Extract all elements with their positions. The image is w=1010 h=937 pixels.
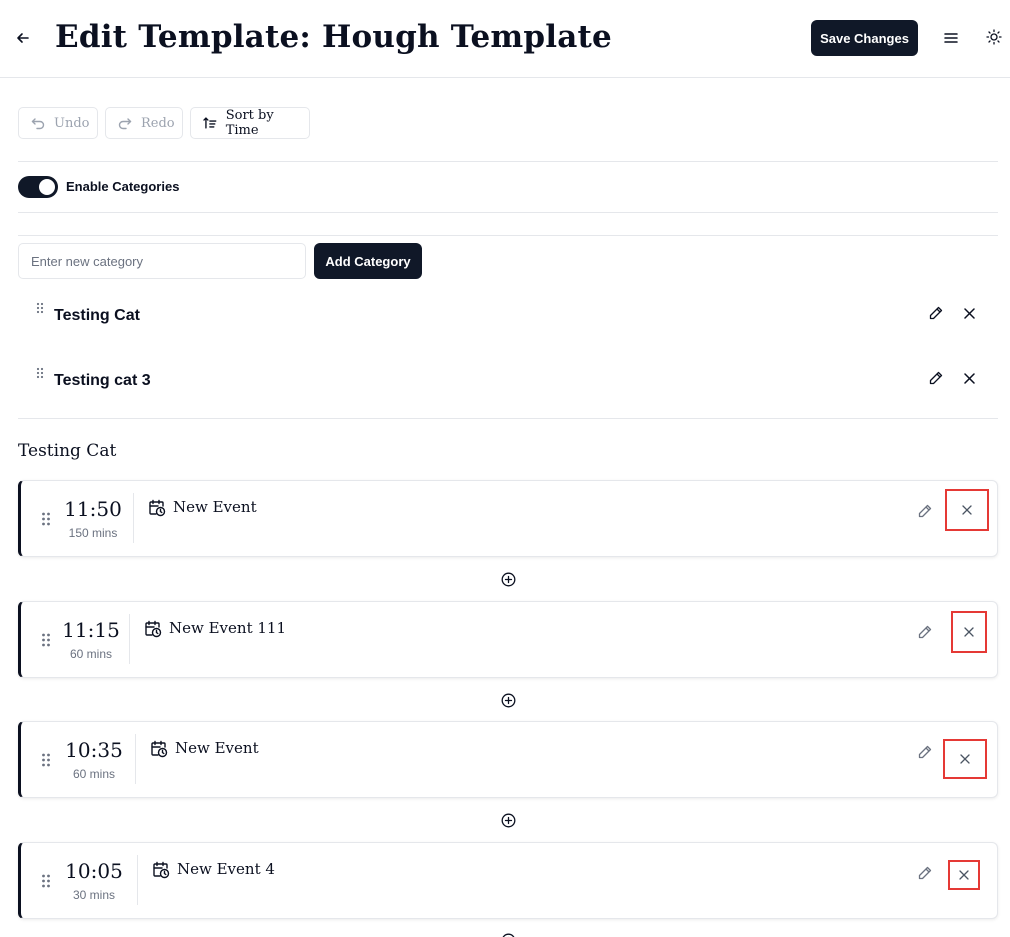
save-changes-button[interactable]: Save Changes	[811, 20, 918, 56]
category-row: Testing cat 3	[18, 367, 998, 407]
add-event-button[interactable]	[500, 571, 516, 587]
event-separator	[133, 493, 134, 543]
pencil-icon	[918, 625, 932, 639]
edit-event-button[interactable]	[916, 864, 934, 882]
event-time: 11:15	[62, 618, 120, 642]
arrow-left-icon	[17, 33, 29, 43]
theme-toggle-button[interactable]	[983, 26, 1005, 48]
sort-label: Sort by Time	[225, 108, 274, 138]
edit-event-button[interactable]	[916, 502, 934, 520]
event-duration: 30 mins	[72, 888, 116, 902]
edit-event-button[interactable]	[916, 743, 934, 761]
sort-by-time-button[interactable]: Sort by Time	[190, 107, 310, 139]
event-duration: 60 mins	[72, 767, 116, 781]
redo-icon	[118, 118, 132, 130]
close-icon	[962, 505, 972, 515]
plus-circle-icon	[501, 693, 515, 707]
enable-categories-toggle[interactable]	[18, 176, 58, 198]
undo-label: Undo	[54, 115, 90, 131]
redo-label: Redo	[141, 115, 175, 131]
pencil-icon	[929, 306, 943, 320]
hamburger-icon	[944, 33, 958, 43]
delete-event-button[interactable]	[943, 739, 987, 779]
event-title: New Event	[173, 498, 257, 516]
close-icon	[959, 870, 969, 880]
delete-category-button[interactable]	[960, 304, 978, 322]
event-card[interactable]: 10:05 30 mins New Event 4	[18, 842, 998, 919]
menu-button[interactable]	[940, 27, 962, 49]
event-time: 10:05	[65, 859, 123, 883]
page-header: Edit Template: Hough Template Save Chang…	[0, 0, 1010, 78]
plus-circle-icon	[501, 933, 515, 937]
close-icon	[963, 372, 975, 384]
event-title: New Event 111	[169, 619, 286, 637]
grip-icon[interactable]	[41, 632, 51, 648]
event-card[interactable]: 11:15 60 mins New Event 111	[18, 601, 998, 678]
redo-button[interactable]: Redo	[105, 107, 183, 139]
category-name: Testing cat 3	[54, 372, 151, 389]
back-button[interactable]	[12, 27, 34, 49]
divider	[18, 161, 998, 162]
add-category-button[interactable]: Add Category	[314, 243, 422, 279]
calendar-clock-icon	[145, 620, 162, 638]
event-title: New Event	[175, 739, 259, 757]
grip-icon[interactable]	[41, 873, 51, 889]
calendar-clock-icon	[149, 499, 166, 517]
add-event-button[interactable]	[500, 812, 516, 828]
delete-event-button[interactable]	[951, 611, 987, 653]
event-separator	[129, 614, 130, 664]
undo-icon	[31, 118, 45, 130]
plus-circle-icon	[501, 572, 515, 586]
event-separator	[137, 855, 138, 905]
divider	[18, 235, 998, 236]
pencil-icon	[918, 504, 932, 518]
delete-category-button[interactable]	[960, 369, 978, 387]
add-event-button[interactable]	[500, 932, 516, 937]
category-section-title: Testing Cat	[18, 441, 117, 461]
toggle-knob	[39, 179, 55, 195]
enable-categories-label: Enable Categories	[66, 179, 180, 194]
divider	[18, 418, 998, 419]
category-name: Testing Cat	[54, 307, 140, 324]
delete-event-button[interactable]	[945, 489, 989, 531]
event-title: New Event 4	[177, 860, 275, 878]
edit-category-button[interactable]	[927, 369, 945, 387]
event-time: 10:35	[65, 738, 123, 762]
page-title: Edit Template: Hough Template	[55, 19, 612, 55]
grip-icon[interactable]	[41, 511, 51, 527]
close-icon	[963, 307, 975, 319]
delete-event-button[interactable]	[948, 860, 980, 890]
category-row: Testing Cat	[18, 302, 998, 342]
event-time: 11:50	[64, 497, 122, 521]
event-duration: 60 mins	[69, 647, 113, 661]
event-separator	[135, 734, 136, 784]
close-icon	[964, 627, 974, 637]
grip-icon[interactable]	[36, 367, 44, 381]
sort-icon	[203, 117, 217, 129]
sun-icon	[986, 29, 1002, 45]
edit-category-button[interactable]	[927, 304, 945, 322]
new-category-input[interactable]	[18, 243, 306, 279]
grip-icon[interactable]	[41, 752, 51, 768]
grip-icon[interactable]	[36, 302, 44, 316]
event-card[interactable]: 10:35 60 mins New Event	[18, 721, 998, 798]
event-duration: 150 mins	[68, 526, 118, 540]
event-card[interactable]: 11:50 150 mins New Event	[18, 480, 998, 557]
close-icon	[960, 754, 970, 764]
undo-button[interactable]: Undo	[18, 107, 98, 139]
pencil-icon	[918, 866, 932, 880]
pencil-icon	[918, 745, 932, 759]
calendar-clock-icon	[151, 740, 168, 758]
add-event-button[interactable]	[500, 692, 516, 708]
edit-event-button[interactable]	[916, 623, 934, 641]
calendar-clock-icon	[153, 861, 170, 879]
pencil-icon	[929, 371, 943, 385]
plus-circle-icon	[501, 813, 515, 827]
divider	[18, 212, 998, 213]
